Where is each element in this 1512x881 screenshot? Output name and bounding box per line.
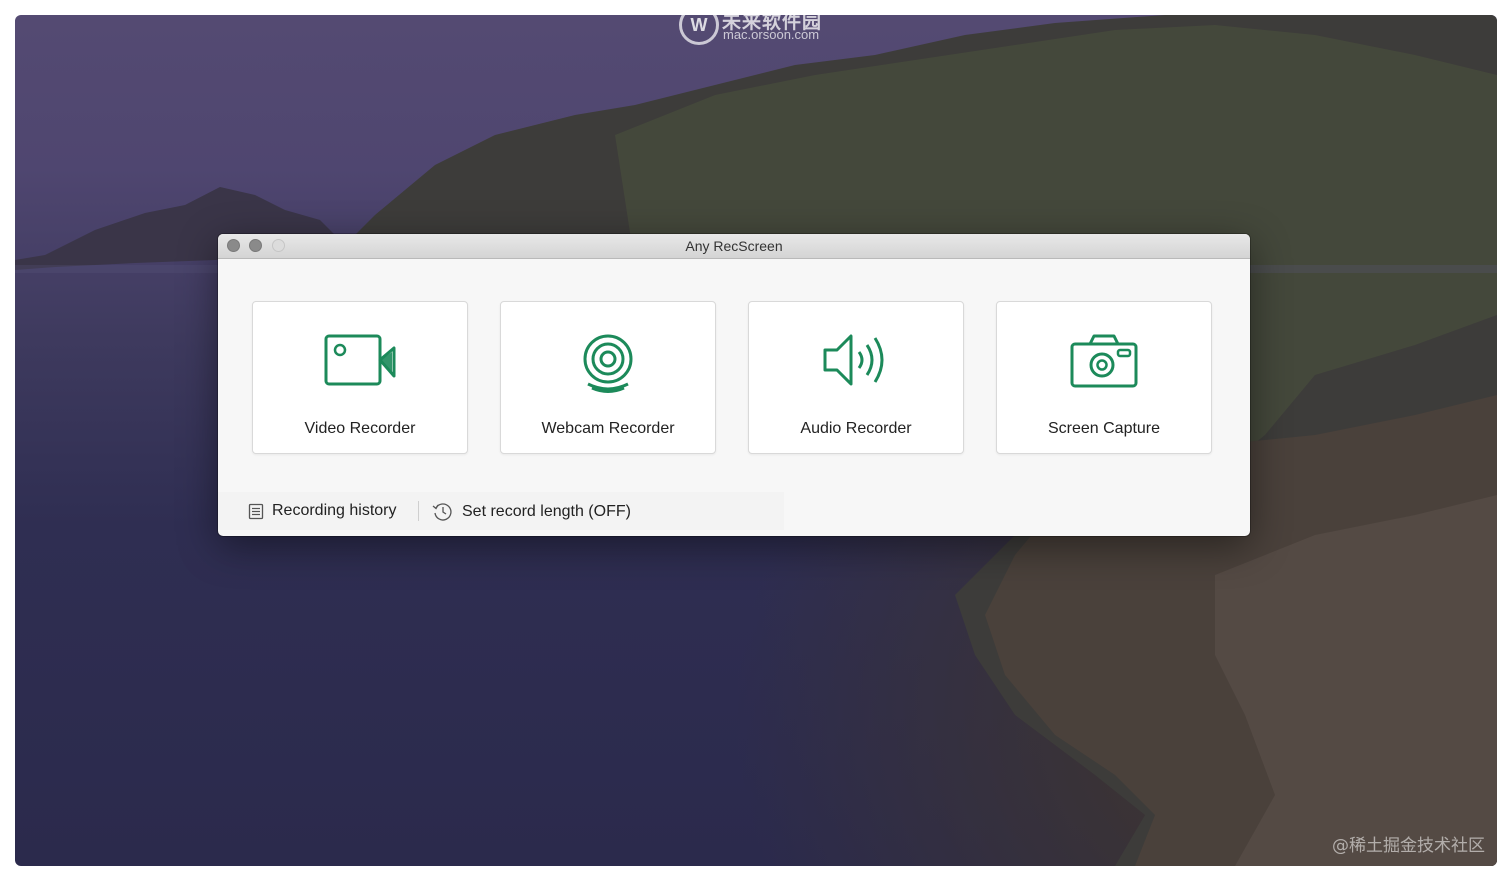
speaker-icon [749, 332, 963, 388]
recorder-options: Video Recorder Webcam Recorder Audio Rec… [252, 301, 1212, 454]
recording-history-button[interactable]: Recording history [248, 502, 397, 520]
footer-divider [418, 501, 419, 521]
footer-bar: Recording history Set record length (OFF… [218, 492, 784, 530]
set-record-length-button[interactable]: Set record length (OFF) [432, 502, 631, 522]
screen-capture-label: Screen Capture [1047, 420, 1161, 437]
app-window: Any RecScreen Video Recorder Webcam Reco… [218, 234, 1250, 536]
screen-capture-card[interactable]: Screen Capture [996, 301, 1212, 454]
set-record-length-label: Set record length (OFF) [462, 503, 631, 520]
video-recorder-label: Video Recorder [304, 420, 416, 437]
title-bar[interactable]: Any RecScreen [218, 234, 1250, 259]
list-document-icon [248, 503, 264, 519]
audio-recorder-label: Audio Recorder [800, 420, 912, 437]
webcam-icon [501, 332, 715, 394]
webcam-recorder-card[interactable]: Webcam Recorder [500, 301, 716, 454]
watermark-logo-subtext: mac.orsoon.com [723, 27, 820, 42]
video-camera-icon [253, 332, 467, 388]
corner-watermark: @稀土掘金技术社区 [1332, 836, 1485, 856]
camera-icon [997, 332, 1211, 390]
window-title: Any RecScreen [685, 238, 783, 254]
webcam-recorder-label: Webcam Recorder [541, 420, 675, 437]
audio-recorder-card[interactable]: Audio Recorder [748, 301, 964, 454]
recording-history-label: Recording history [272, 502, 397, 519]
clock-icon [432, 503, 452, 521]
video-recorder-card[interactable]: Video Recorder [252, 301, 468, 454]
